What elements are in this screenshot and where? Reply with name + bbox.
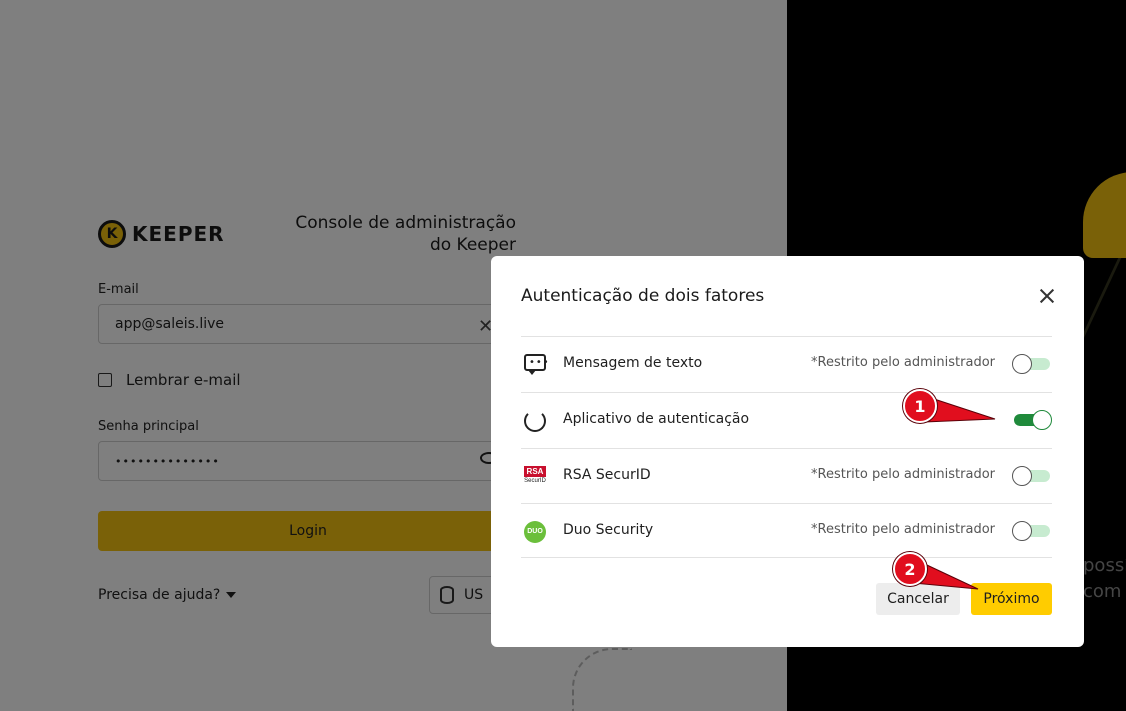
option-row-text-message: ••• Mensagem de texto *Restrito pelo adm… xyxy=(521,336,1052,391)
option-label: RSA SecurID xyxy=(563,467,651,483)
step-badge-2: 2 xyxy=(893,552,927,586)
toggle-authenticator-app[interactable] xyxy=(1012,410,1052,430)
rsa-icon-text: RSA xyxy=(524,466,546,477)
toggle-duo-security[interactable] xyxy=(1012,521,1052,541)
next-button[interactable]: Próximo xyxy=(971,583,1052,615)
toggle-text-message[interactable] xyxy=(1012,354,1052,374)
rsa-icon-subtext: SecurID xyxy=(524,478,546,484)
two-factor-dialog: Autenticação de dois fatores ••• Mensage… xyxy=(491,256,1084,647)
option-label: Aplicativo de autenticação xyxy=(563,411,750,427)
rsa-securid-icon: RSA SecurID xyxy=(524,466,546,488)
restricted-note: *Restrito pelo administrador xyxy=(811,467,995,482)
step-badge-1: 1 xyxy=(903,389,937,423)
duo-security-icon: DUO xyxy=(524,521,546,543)
option-row-duo-security: DUO Duo Security *Restrito pelo administ… xyxy=(521,503,1052,558)
toggle-knob xyxy=(1012,354,1032,374)
option-row-authenticator-app: Aplicativo de autenticação xyxy=(521,392,1052,447)
authenticator-app-icon xyxy=(524,410,546,432)
option-row-rsa-securid: RSA SecurID RSA SecurID *Restrito pelo a… xyxy=(521,448,1052,503)
toggle-knob xyxy=(1032,410,1052,430)
message-icon: ••• xyxy=(524,354,549,375)
option-label: Mensagem de texto xyxy=(563,355,703,371)
restricted-note: *Restrito pelo administrador xyxy=(811,522,995,537)
cancel-button[interactable]: Cancelar xyxy=(876,583,960,615)
toggle-rsa-securid[interactable] xyxy=(1012,466,1052,486)
toggle-knob xyxy=(1012,521,1032,541)
toggle-knob xyxy=(1012,466,1032,486)
restricted-note: *Restrito pelo administrador xyxy=(811,355,995,370)
dialog-title: Autenticação de dois fatores xyxy=(521,286,765,306)
close-icon[interactable] xyxy=(1037,286,1057,306)
option-label: Duo Security xyxy=(563,522,654,538)
